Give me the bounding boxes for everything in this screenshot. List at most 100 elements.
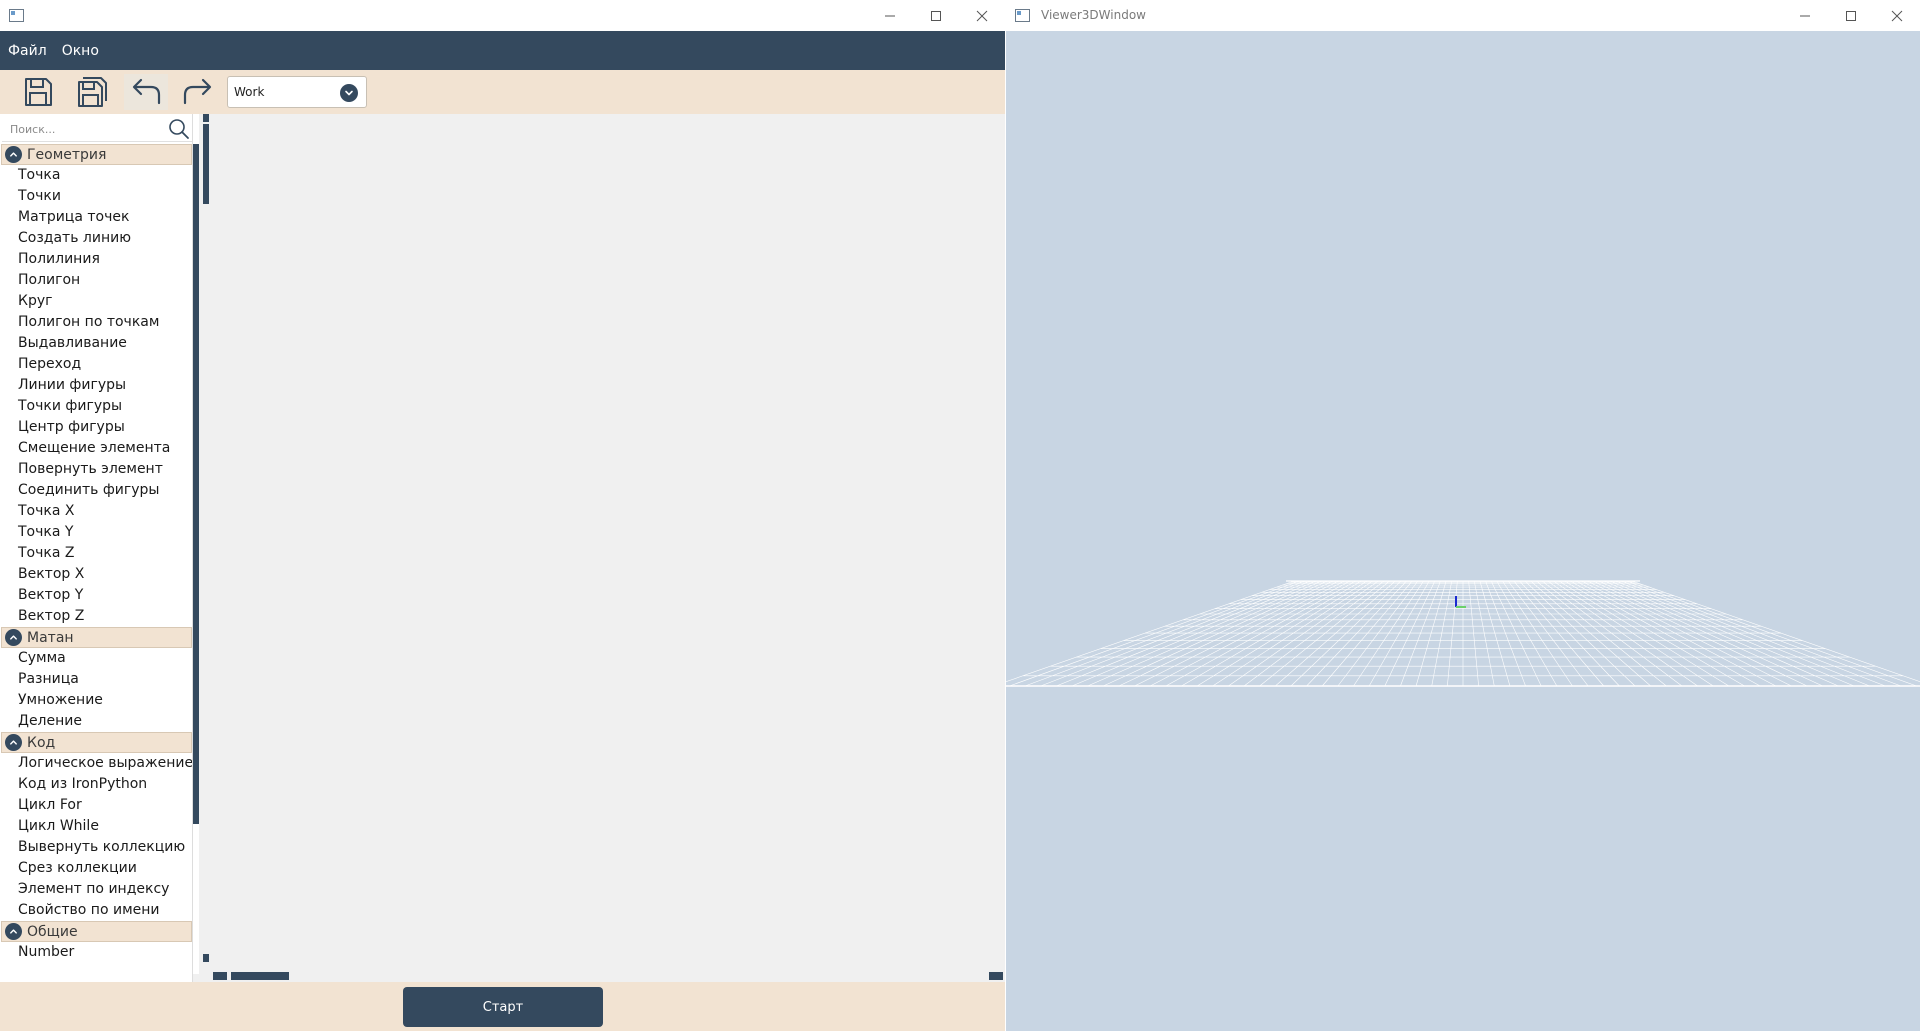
node-item[interactable]: Разница: [1, 669, 192, 690]
grid-line: [1228, 580, 1379, 687]
node-item[interactable]: Точка Y: [1, 522, 192, 543]
chevron-up-icon[interactable]: [5, 629, 22, 646]
node-item[interactable]: Элемент по индексу: [1, 879, 192, 900]
canvas-horizontal-scrollbar-thumb[interactable]: [231, 972, 289, 980]
grid-line: [1290, 580, 1402, 687]
save-button[interactable]: [16, 74, 60, 110]
category-items: Логическое выражение Код из IronPython Цик…: [1, 753, 192, 921]
grid-line: [1024, 580, 1306, 687]
node-item[interactable]: Центр фигуры: [1, 417, 192, 438]
undo-button[interactable]: [124, 74, 168, 110]
node-item[interactable]: Свойство по имени: [1, 900, 192, 921]
redo-button[interactable]: [176, 74, 220, 110]
chevron-up-icon[interactable]: [5, 734, 22, 751]
close-button[interactable]: [959, 0, 1005, 31]
3d-viewport[interactable]: [1006, 31, 1920, 1031]
node-item[interactable]: Вектор Y: [1, 585, 192, 606]
node-item[interactable]: Деление: [1, 711, 192, 732]
node-item[interactable]: Матрица точек: [1, 207, 192, 228]
grid-line: [1609, 580, 1870, 687]
grid-line: [1558, 580, 1730, 687]
node-item[interactable]: Точки фигуры: [1, 396, 192, 417]
viewer-maximize-button[interactable]: [1828, 0, 1874, 31]
viewer-app-icon: [1015, 9, 1030, 22]
grid-line: [1165, 580, 1357, 687]
category-items: Сумма Разница Умножение Деление: [1, 648, 192, 732]
viewer-minimize-button[interactable]: [1782, 0, 1828, 31]
node-item[interactable]: Выдавливание: [1, 333, 192, 354]
category-header[interactable]: Матан: [1, 627, 192, 648]
viewer-close-button[interactable]: [1874, 0, 1920, 31]
workspace-select[interactable]: Work: [227, 76, 367, 108]
grid-line: [1620, 580, 1902, 687]
node-item[interactable]: Переход: [1, 354, 192, 375]
category-label: Матан: [27, 629, 74, 646]
category-header[interactable]: Код: [1, 732, 192, 753]
node-item[interactable]: Линии фигуры: [1, 375, 192, 396]
node-item[interactable]: Смещение элемента: [1, 438, 192, 459]
grid-line: [1564, 580, 1745, 687]
toolbar: Work: [0, 70, 1005, 114]
search-input[interactable]: [10, 120, 160, 138]
save-as-button[interactable]: [70, 74, 114, 110]
grid-line: [1519, 580, 1620, 687]
close-icon: [1891, 10, 1903, 21]
category-header[interactable]: Геометрия: [1, 144, 192, 165]
node-item[interactable]: Вывернуть коллекцию: [1, 837, 192, 858]
node-item[interactable]: Точка: [1, 165, 192, 186]
node-canvas[interactable]: [209, 114, 1005, 974]
scroll-left-icon[interactable]: [213, 972, 227, 980]
node-item[interactable]: Логическое выражение: [1, 753, 192, 774]
node-item[interactable]: Полилиния: [1, 249, 192, 270]
menu-file[interactable]: Файл: [8, 43, 47, 59]
grid-line: [1306, 580, 1407, 687]
node-item[interactable]: Срез коллекции: [1, 858, 192, 879]
node-item[interactable]: Цикл While: [1, 816, 192, 837]
node-item[interactable]: Соединить фигуры: [1, 480, 192, 501]
grid-line: [1196, 580, 1368, 687]
node-item[interactable]: Сумма: [1, 648, 192, 669]
grid-line: [1134, 580, 1345, 687]
node-item[interactable]: Создать линию: [1, 228, 192, 249]
node-item[interactable]: Number: [1, 942, 192, 963]
category-label: Код: [27, 734, 56, 751]
chevron-down-icon: [340, 84, 358, 102]
node-item[interactable]: Цикл For: [1, 795, 192, 816]
grid-line: [1259, 580, 1390, 687]
node-item[interactable]: Точки: [1, 186, 192, 207]
save-as-icon: [78, 77, 107, 107]
grid-line: [1009, 580, 1300, 687]
node-item[interactable]: Полигон по точкам: [1, 312, 192, 333]
menu-window[interactable]: Окно: [62, 43, 99, 59]
start-button[interactable]: Старт: [403, 987, 603, 1027]
category-list: Геометрия Точка Точки Матрица точек Создать …: [1, 144, 192, 963]
node-item[interactable]: Круг: [1, 291, 192, 312]
node-item[interactable]: Повернуть элемент: [1, 459, 192, 480]
node-library: Геометрия ТочкаТочкиМатрица точекСоздать …: [0, 114, 193, 982]
library-scrollbar-thumb[interactable]: [193, 144, 199, 824]
grid-line: [1103, 580, 1334, 687]
category-header[interactable]: Общие: [1, 921, 192, 942]
node-item[interactable]: Вектор X: [1, 564, 192, 585]
canvas-horizontal-scrollbar[interactable]: [213, 972, 1003, 980]
grid-line: [1541, 580, 1683, 687]
node-item[interactable]: Точка Z: [1, 543, 192, 564]
library-scrollbar[interactable]: [193, 114, 199, 974]
scroll-right-icon[interactable]: [989, 972, 1003, 980]
grid-line: [1243, 580, 1385, 687]
grid-line: [1150, 580, 1351, 687]
maximize-button[interactable]: [913, 0, 959, 31]
node-item[interactable]: Код из IronPython: [1, 774, 192, 795]
ground-grid: [1006, 580, 1920, 687]
chevron-up-icon[interactable]: [5, 923, 22, 940]
node-item[interactable]: Умножение: [1, 690, 192, 711]
chevron-up-icon[interactable]: [5, 146, 22, 163]
minimize-button[interactable]: [867, 0, 913, 31]
search-icon[interactable]: [168, 118, 190, 140]
node-item[interactable]: Полигон: [1, 270, 192, 291]
grid-line: [1586, 580, 1808, 687]
node-item[interactable]: Точка X: [1, 501, 192, 522]
grid-line: [1212, 580, 1374, 687]
node-item[interactable]: Вектор Z: [1, 606, 192, 627]
redo-icon: [183, 78, 212, 105]
